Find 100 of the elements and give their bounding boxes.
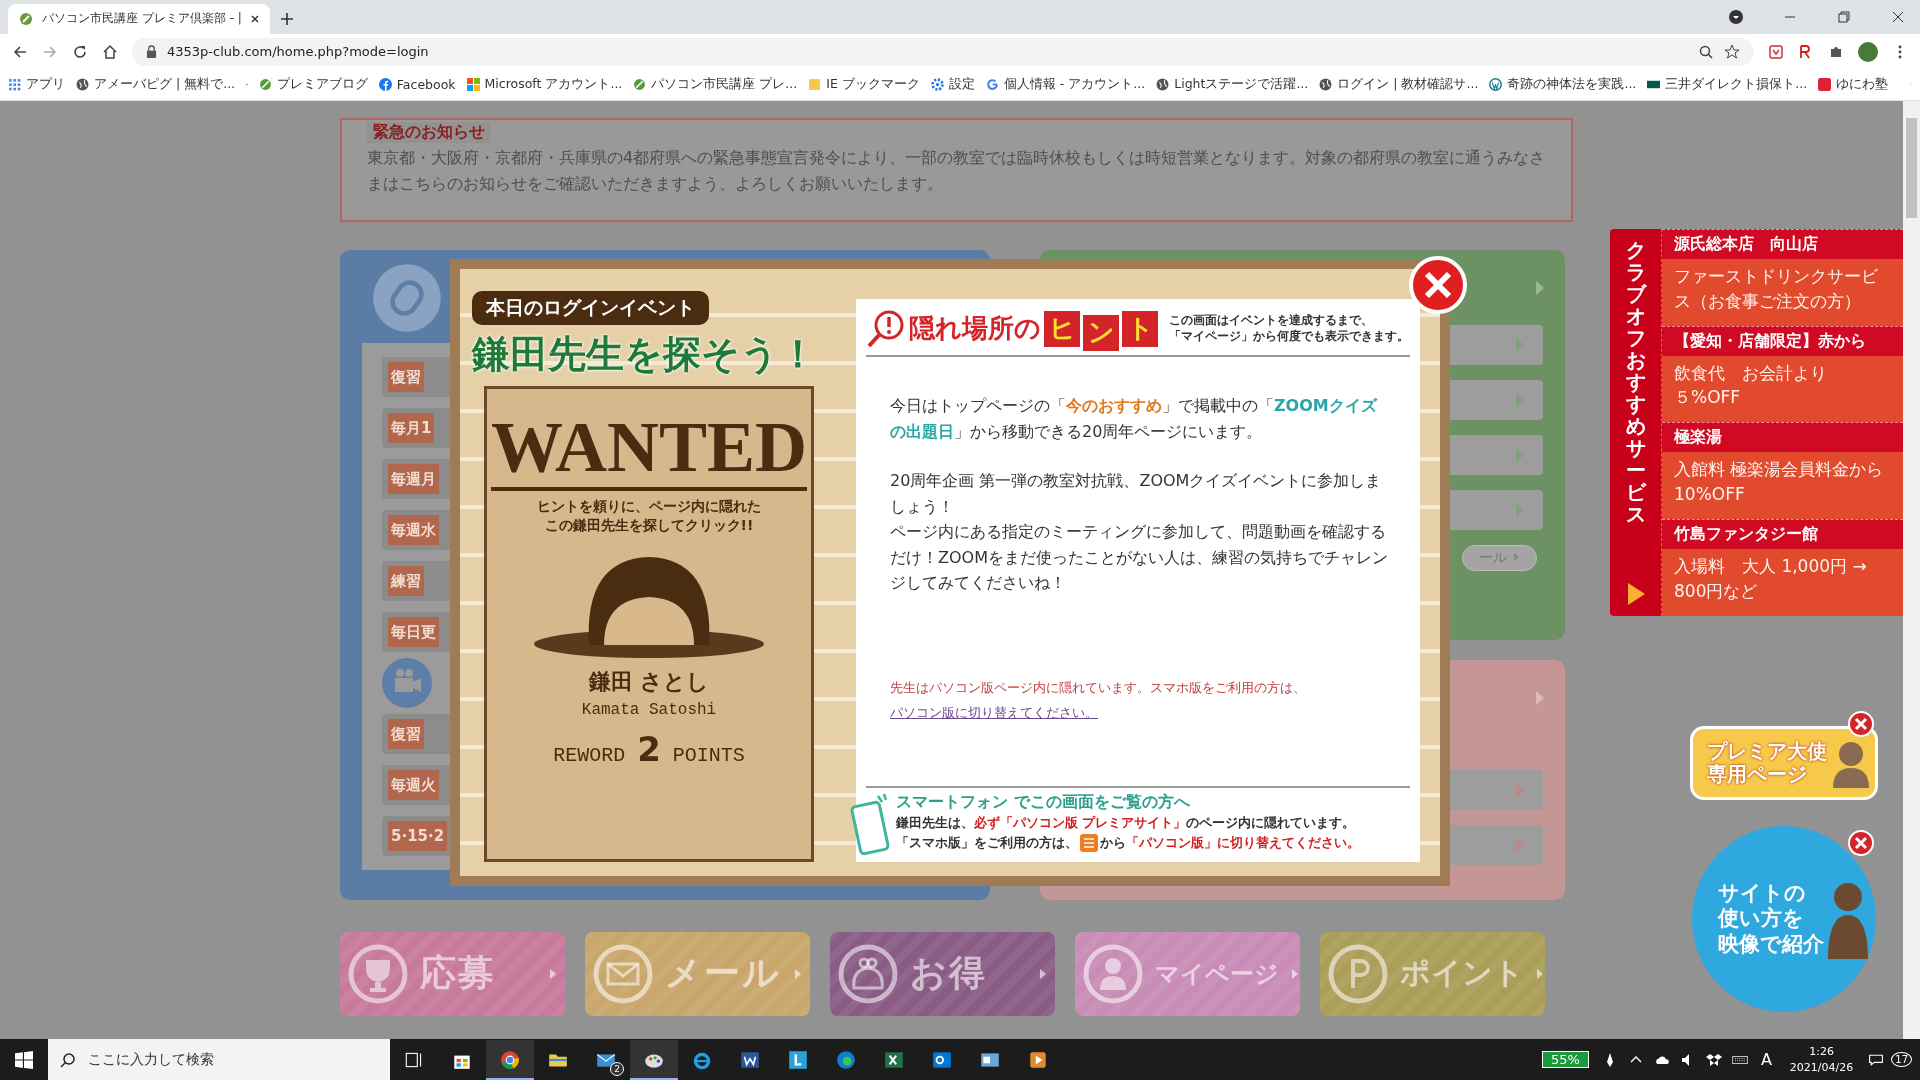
zoom-icon[interactable] — [1698, 43, 1714, 60]
triangle-icon[interactable] — [1625, 581, 1646, 606]
triangle-icon — [1536, 967, 1544, 980]
bookmark-item[interactable]: Lightステージで活躍... — [1156, 76, 1309, 94]
hint-paragraph: 今日はトップページの「今のおすすめ」で掲載中の「ZOOMクイズの出題日」から移動できる20周年ページにいます。 — [890, 394, 1379, 443]
person-icon — [1083, 943, 1143, 1004]
tab-title: パソコン市民講座 プレミア倶楽部 - | — [42, 10, 242, 28]
bookmark-item[interactable]: アメーバピグ | 無料で... — [76, 76, 236, 94]
notice-title: 緊急のお知らせ — [367, 121, 491, 143]
star-icon[interactable] — [1724, 43, 1740, 60]
chrome-icon[interactable] — [486, 1039, 534, 1080]
leaf-icon — [633, 78, 647, 92]
bookmark-item[interactable]: プレミアブログ — [258, 76, 368, 94]
triangle-icon — [549, 967, 557, 980]
back-icon[interactable] — [12, 43, 28, 60]
ime-indicator[interactable]: A — [1760, 1050, 1772, 1069]
triangle-icon — [794, 967, 802, 980]
offer-name[interactable]: 竹島ファンタジー館 — [1662, 519, 1903, 550]
hint-letter-tile: ヒ — [1044, 310, 1080, 347]
extension-icon[interactable] — [1768, 43, 1784, 60]
bookmark-item[interactable]: ゆにわ塾 — [1818, 76, 1889, 94]
windows-start-icon[interactable] — [15, 1050, 33, 1069]
bookmark-item[interactable]: 三井ダイレクト損保ト... — [1647, 76, 1808, 94]
magnifier-exclamation-icon — [866, 308, 906, 349]
scrollbar[interactable] — [1903, 100, 1920, 1039]
hint-letter-tile: ト — [1122, 310, 1158, 347]
close-icon[interactable] — [249, 13, 260, 24]
offer-detail[interactable]: 飲食代 お会計より — [1674, 360, 1891, 386]
mail-count-badge: 2 — [610, 1061, 624, 1076]
hint-title: 隠れ場所の — [909, 312, 1041, 346]
video-camera-icon — [382, 657, 432, 708]
bookmark-item[interactable]: パソコン市民講座 プレ... — [633, 76, 798, 94]
bookmark-item[interactable]: Microsoft アカウント... — [466, 76, 623, 94]
course-label[interactable]: 毎日更 — [388, 616, 439, 647]
restore-icon[interactable] — [1836, 8, 1852, 25]
smartphone-instruction: 「パソコン版」に切り替えてください。 — [1126, 833, 1360, 852]
bookmark-item[interactable]: 個人情報 - アカウント... — [985, 76, 1146, 94]
bookmark-item[interactable]: 設定 — [930, 76, 975, 94]
wordpress-logo-icon — [1489, 78, 1503, 92]
course-label[interactable]: 復習 — [388, 361, 424, 392]
windows-logo-icon — [466, 78, 480, 92]
course-label[interactable]: 練習 — [388, 565, 424, 596]
hint-paragraph: ページ内にある指定のミーティングに参加して、問題動画を確認するだけ！ZOOMをまだ使ったことがない人は、練習の気持ちでチャレンジしてみてくださいね！ — [890, 521, 1389, 595]
offer-name[interactable]: 【愛知・店舗限定】赤から — [1662, 325, 1903, 356]
warning-text: 先生はパソコン版ページ内に隠れています。スマホ版をご利用の方は、 パソコン版に切り替えてください。 — [890, 679, 1307, 722]
envelope-icon — [593, 943, 653, 1004]
trophy-icon — [348, 943, 408, 1004]
leaf-icon — [258, 78, 272, 92]
purse-icon — [838, 943, 898, 1004]
offer-name[interactable]: 源氏総本店 向山店 — [1662, 228, 1903, 259]
person-name-romaji: Kamata Satoshi — [581, 700, 717, 719]
leaf-icon — [18, 10, 34, 27]
dropdown-icon[interactable] — [1728, 8, 1744, 25]
mouse-icon — [372, 262, 442, 333]
person-name: 鎌田 さとし — [588, 667, 710, 696]
smartphone-instruction: 鎌田先生は、必ず「パソコン版 プレミアサイト」のページ内に隠れています。 — [896, 813, 1357, 832]
course-label[interactable]: 毎週月 — [388, 463, 439, 494]
dropbox-icon[interactable] — [1705, 1051, 1722, 1068]
google-logo-icon — [985, 78, 999, 92]
browser-tab[interactable]: パソコン市民講座 プレミア倶楽部 - | — [8, 3, 270, 34]
nav-button[interactable]: お得 — [830, 931, 1055, 1016]
offer-name[interactable]: 極楽湯 — [1662, 422, 1903, 453]
coin-icon — [1328, 943, 1388, 1004]
profile-avatar[interactable] — [1858, 41, 1878, 62]
course-label[interactable]: 復習 — [388, 718, 424, 749]
event-heading: 鎌田先生を探そう！ — [472, 330, 817, 378]
triangle-icon — [1039, 967, 1047, 980]
course-label[interactable]: 5·15·2 — [388, 820, 448, 851]
menu-icon — [1080, 833, 1098, 852]
course-label[interactable]: 毎週水 — [388, 514, 439, 545]
site-logo-icon — [1818, 78, 1832, 92]
course-label[interactable]: 毎月1 — [388, 412, 435, 443]
battery-level[interactable]: 55% — [1542, 1051, 1589, 1068]
smartphone-heading: スマートフォン でこの画面をご覧の方へ — [896, 791, 1191, 813]
smartphone-instruction: 「スマホ版」をご利用の方は、 — [896, 833, 1078, 852]
hint-paragraph: 20周年企画 第一弾の教室対抗戦、ZOOMクイズイベントに参加しましょう！ — [890, 470, 1383, 518]
hint-letter-tile: ン — [1083, 314, 1119, 351]
hint-note: この画面はイベントを達成するまで、 「マイページ」から何度でも表示できます。 — [1169, 313, 1409, 345]
reward-text: REWORD 2 POINTS — [553, 728, 745, 769]
facebook-logo-icon — [378, 78, 392, 92]
bookmark-item[interactable]: IE ブックマーク — [808, 76, 920, 94]
bookmark-item[interactable]: ログイン | 教材確認サ... — [1319, 76, 1479, 94]
switch-link[interactable]: パソコン版に切り替えてください。 — [890, 704, 1098, 720]
reload-icon[interactable] — [72, 43, 88, 60]
offer-detail[interactable]: ５%OFF — [1674, 385, 1891, 410]
bookmark-item[interactable]: Facebook — [378, 77, 456, 93]
sidebar-title: クラブオフおすすめサービス — [1625, 238, 1646, 525]
url-text: 4353p-club.com/home.php?mode=login — [167, 44, 429, 60]
home-icon[interactable] — [102, 43, 118, 60]
wanted-poster[interactable]: WANTED ヒントを頼りに、ページ内に隠れた この鎌田先生を探してクリック!! 鎌田 さとし Kamata Satoshi REWORD 2 POINTS — [484, 385, 814, 862]
course-label[interactable]: 毎週火 — [388, 769, 439, 800]
clock[interactable]: 1:26 2021/04/26 — [1789, 1044, 1854, 1075]
address-bar[interactable]: 4353p-club.com/home.php?mode=login — [132, 37, 1754, 66]
plus-icon[interactable] — [279, 11, 294, 26]
triangle-icon — [1291, 967, 1299, 980]
apps-grid-icon — [8, 78, 21, 92]
search-field[interactable]: ここに入力して検索 — [48, 1039, 390, 1080]
bookmark-item[interactable]: アプリ — [8, 76, 65, 94]
bookmark-item[interactable]: 奇跡の神体法を実践... — [1489, 76, 1637, 94]
palette-icon[interactable] — [630, 1039, 678, 1080]
